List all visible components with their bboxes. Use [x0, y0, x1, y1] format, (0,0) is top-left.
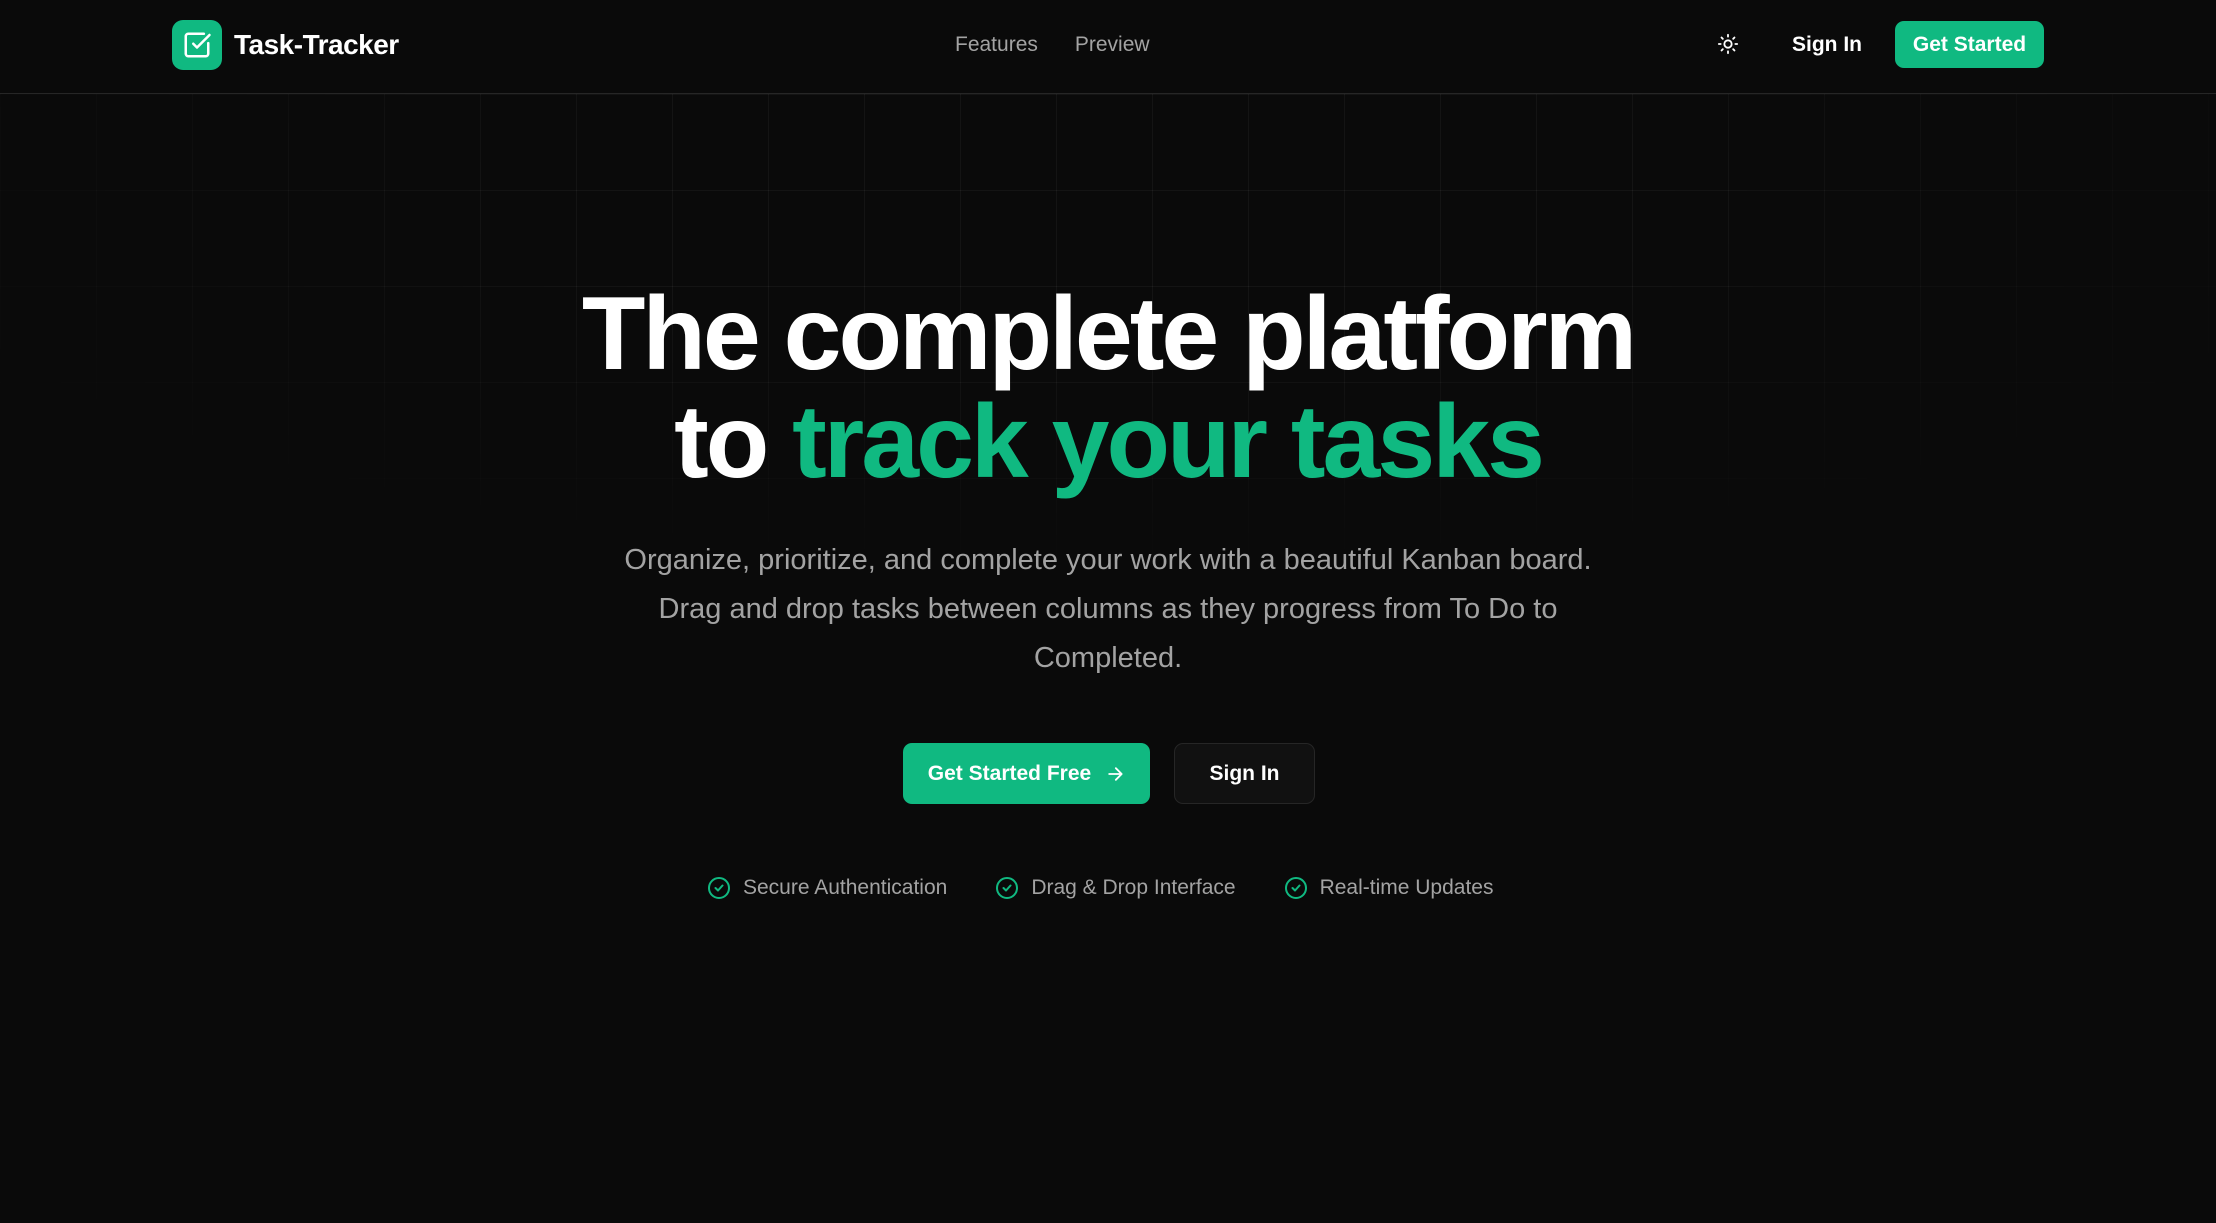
nav-link-preview[interactable]: Preview — [1075, 30, 1150, 60]
sun-icon — [1717, 33, 1739, 55]
hero-cta-row: Get Started Free Sign In — [903, 743, 1315, 804]
square-check-icon — [172, 20, 222, 70]
header-sign-in-button[interactable]: Sign In — [1780, 22, 1874, 68]
feature-item: Real-time Updates — [1284, 876, 1494, 900]
hero-title-prefix: to — [674, 384, 793, 500]
feature-item: Drag & Drop Interface — [995, 876, 1236, 900]
hero-title-accent: track your tasks — [792, 384, 1545, 500]
main-nav: Features Preview — [955, 30, 1150, 60]
hero-title: The complete platform to track your task… — [0, 280, 2216, 496]
get-started-free-label: Get Started Free — [927, 761, 1092, 785]
hero-title-line1: The complete platform — [581, 276, 1637, 392]
nav-link-features[interactable]: Features — [955, 30, 1038, 60]
feature-label: Real-time Updates — [1319, 876, 1494, 899]
hero-sign-in-button[interactable]: Sign In — [1174, 743, 1315, 804]
header-get-started-button[interactable]: Get Started — [1895, 21, 2044, 68]
landing-page: Task-Tracker Features Preview Sign In Ge… — [0, 0, 2216, 1223]
feature-label: Drag & Drop Interface — [1031, 876, 1236, 899]
brand[interactable]: Task-Tracker — [172, 20, 399, 70]
circle-check-icon — [995, 876, 1019, 900]
theme-toggle-button[interactable] — [1710, 26, 1746, 62]
hero-subtitle: Organize, prioritize, and complete your … — [624, 544, 1592, 674]
feature-label: Secure Authentication — [743, 876, 948, 899]
hero-section: The complete platform to track your task… — [0, 0, 2216, 1223]
circle-check-icon — [1284, 876, 1308, 900]
circle-check-icon — [707, 876, 731, 900]
feature-list: Secure Authentication Drag & Drop Interf… — [707, 876, 1493, 900]
brand-name: Task-Tracker — [234, 29, 399, 60]
top-navbar: Task-Tracker Features Preview Sign In Ge… — [0, 0, 2216, 94]
get-started-free-button[interactable]: Get Started Free — [903, 743, 1150, 804]
feature-item: Secure Authentication — [707, 876, 947, 900]
arrow-right-icon — [1108, 766, 1123, 781]
